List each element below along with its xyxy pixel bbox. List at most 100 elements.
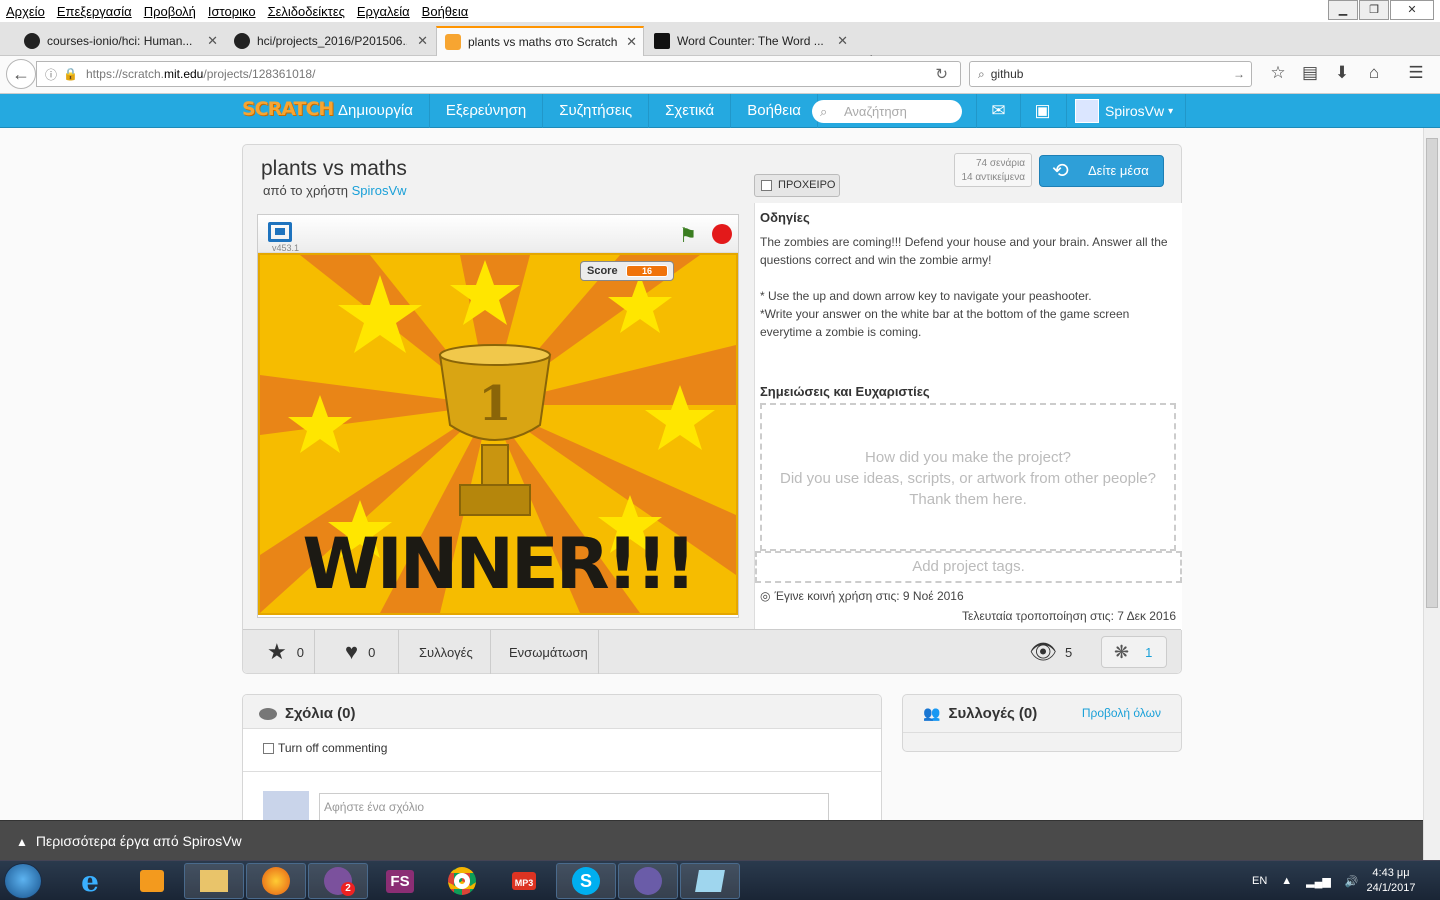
- stop-icon[interactable]: [712, 224, 732, 244]
- see-inside-icon: ⟲: [1052, 160, 1069, 182]
- nav-explore[interactable]: Εξερεύνηση: [430, 94, 544, 128]
- language-indicator[interactable]: EN: [1252, 875, 1267, 887]
- turn-off-label: Turn off commenting: [278, 741, 388, 755]
- ie-icon[interactable]: e: [60, 863, 120, 899]
- notes-field[interactable]: How did you make the project? Did you us…: [760, 403, 1176, 551]
- nav-discuss[interactable]: Συζητήσεις: [543, 94, 650, 128]
- project-stage[interactable]: 1 Score 16 WINNER!!!: [258, 253, 738, 615]
- back-icon[interactable]: ←: [6, 59, 36, 89]
- scratch-logo[interactable]: SCRATCH: [242, 98, 334, 120]
- hamburger-menu-icon[interactable]: ☰: [1400, 63, 1432, 83]
- menu-bookmarks[interactable]: Σελιδοδείκτες: [262, 4, 351, 19]
- fs-icon[interactable]: FS: [370, 863, 430, 899]
- info-icon[interactable]: ⓘ: [45, 66, 57, 83]
- tab-hci-projects[interactable]: hci/projects_2016/P201506... ✕: [226, 26, 434, 56]
- page-content: plants vs maths από το χρήστη SpirosVw Π…: [0, 128, 1423, 860]
- menu-tools[interactable]: Εργαλεία: [351, 4, 416, 19]
- close-tab-icon[interactable]: ✕: [417, 33, 428, 49]
- tab-word-counter[interactable]: Word Counter: The Word ... ✕: [646, 26, 854, 56]
- tags-field[interactable]: Add project tags.: [755, 551, 1182, 583]
- draft-checkbox[interactable]: ΠΡΟΧΕΙΡΟ: [754, 174, 840, 197]
- close-tab-icon[interactable]: ✕: [837, 33, 848, 49]
- search-value: github: [990, 67, 1024, 81]
- page-scrollbar[interactable]: [1423, 128, 1440, 860]
- file-explorer-icon[interactable]: [184, 863, 244, 899]
- bookmark-star-icon[interactable]: ☆: [1262, 63, 1294, 83]
- tab-label: hci/projects_2016/P201506...: [257, 34, 407, 48]
- embed-button[interactable]: Ενσωμάτωση: [491, 630, 599, 674]
- notes-icon[interactable]: [680, 863, 740, 899]
- see-inside-button[interactable]: ⟲ Δείτε μέσα: [1039, 155, 1164, 187]
- search-icon: ⌕: [820, 104, 828, 119]
- skype-icon[interactable]: S: [556, 863, 616, 899]
- menu-history[interactable]: Ιστορικο: [202, 4, 262, 19]
- url-text: https://scratch.mit.edu/projects/1283610…: [86, 67, 315, 81]
- download-icon[interactable]: ⬇: [1326, 63, 1358, 83]
- clock[interactable]: 4:43 μμ 24/1/2017: [1356, 866, 1426, 896]
- more-projects-bar[interactable]: ▲ Περισσότερα έργα από SpirosVw: [0, 820, 1423, 860]
- search-icon: ⌕: [978, 66, 985, 81]
- messages-icon[interactable]: ✉: [976, 94, 1020, 128]
- shared-date-text: Έγινε κοινή χρήση στις: 9 Νοέ 2016: [774, 589, 964, 603]
- close-icon[interactable]: ✕: [1390, 0, 1434, 20]
- tab-courses-ionio[interactable]: courses-ionio/hci: Human... ✕: [16, 26, 224, 56]
- app-menubar: Αρχείο Επεξεργασία Προβολή Ιστορικο Σελι…: [0, 0, 1440, 22]
- nav-about[interactable]: Σχετικά: [649, 94, 732, 128]
- scratch-icon: [445, 34, 461, 50]
- home-icon[interactable]: ⌂: [1358, 63, 1390, 83]
- my-stuff-icon[interactable]: ▣: [1020, 94, 1064, 128]
- menu-view[interactable]: Προβολή: [138, 4, 202, 19]
- search-go-icon[interactable]: →: [1233, 67, 1245, 81]
- chrome-icon[interactable]: [432, 863, 492, 899]
- fullscreen-icon[interactable]: [268, 222, 292, 242]
- menu-file[interactable]: Αρχείο: [0, 4, 51, 19]
- fs-label: FS: [386, 869, 414, 893]
- url-bar[interactable]: ⓘ 🔒 https://scratch.mit.edu/projects/128…: [36, 61, 961, 87]
- menu-edit[interactable]: Επεξεργασία: [51, 4, 138, 19]
- user-menu[interactable]: SpirosVw ▾: [1066, 94, 1187, 128]
- network-icon[interactable]: ▂▄▆: [1306, 875, 1331, 888]
- chevron-up-icon[interactable]: ▲: [1281, 875, 1292, 887]
- reload-icon[interactable]: ↻: [935, 65, 948, 83]
- media-player-icon[interactable]: [122, 863, 182, 899]
- love-button[interactable]: ♥ 0: [315, 630, 399, 674]
- scratch-search-input[interactable]: ⌕ Αναζήτηση: [812, 100, 962, 123]
- browser-search-input[interactable]: ⌕ github →: [969, 61, 1252, 87]
- view-all-link[interactable]: Προβολή όλων: [1082, 706, 1161, 720]
- score-monitor: Score 16: [580, 261, 674, 281]
- author-link[interactable]: SpirosVw: [352, 183, 407, 198]
- close-tab-icon[interactable]: ✕: [207, 33, 218, 49]
- svg-text:1: 1: [478, 376, 511, 432]
- views-count: 👁 5: [1029, 630, 1072, 674]
- turn-off-commenting-checkbox[interactable]: Turn off commenting: [263, 741, 387, 755]
- firefox-icon[interactable]: [246, 863, 306, 899]
- menu-help[interactable]: Βοήθεια: [416, 4, 475, 19]
- project-counts: 74 σενάρια 14 αντικείμενα: [954, 153, 1032, 187]
- green-flag-icon[interactable]: ⚑: [679, 223, 697, 248]
- chevron-down-icon: ▾: [1168, 105, 1174, 117]
- viber-icon[interactable]: 2: [308, 863, 368, 899]
- checkbox-icon: [263, 743, 274, 755]
- comment-input[interactable]: Αφήστε ένα σχόλιο: [319, 793, 829, 823]
- collections-button[interactable]: Συλλογές: [399, 630, 491, 674]
- username: SpirosVw: [1105, 103, 1165, 119]
- search-placeholder: Αναζήτηση: [844, 104, 907, 119]
- remix-tree-icon: ❋: [1114, 641, 1130, 662]
- start-button[interactable]: [4, 863, 42, 899]
- scratch-nav: Δημιουργία Εξερεύνηση Συζητήσεις Σχετικά…: [322, 94, 818, 128]
- mp3-icon[interactable]: MP3: [494, 863, 554, 899]
- nav-help[interactable]: Βοήθεια: [731, 94, 818, 128]
- player-version: v453.1: [272, 243, 300, 253]
- reading-list-icon[interactable]: ▤: [1294, 63, 1326, 83]
- scrollbar-thumb[interactable]: [1426, 138, 1438, 608]
- tab-plants-vs-maths[interactable]: plants vs maths στο Scratch ✕: [436, 26, 644, 56]
- favorite-button[interactable]: ★ 0: [243, 630, 315, 674]
- minimize-icon[interactable]: ▁: [1328, 0, 1358, 20]
- close-tab-icon[interactable]: ✕: [626, 34, 637, 50]
- nav-create[interactable]: Δημιουργία: [322, 94, 430, 128]
- remix-button[interactable]: ❋ 1: [1101, 636, 1167, 668]
- url-domain: mit.edu: [164, 67, 204, 81]
- maximize-icon[interactable]: ❐: [1359, 0, 1389, 20]
- scratch-cat-icon[interactable]: [618, 863, 678, 899]
- speech-bubble-icon: [259, 708, 277, 721]
